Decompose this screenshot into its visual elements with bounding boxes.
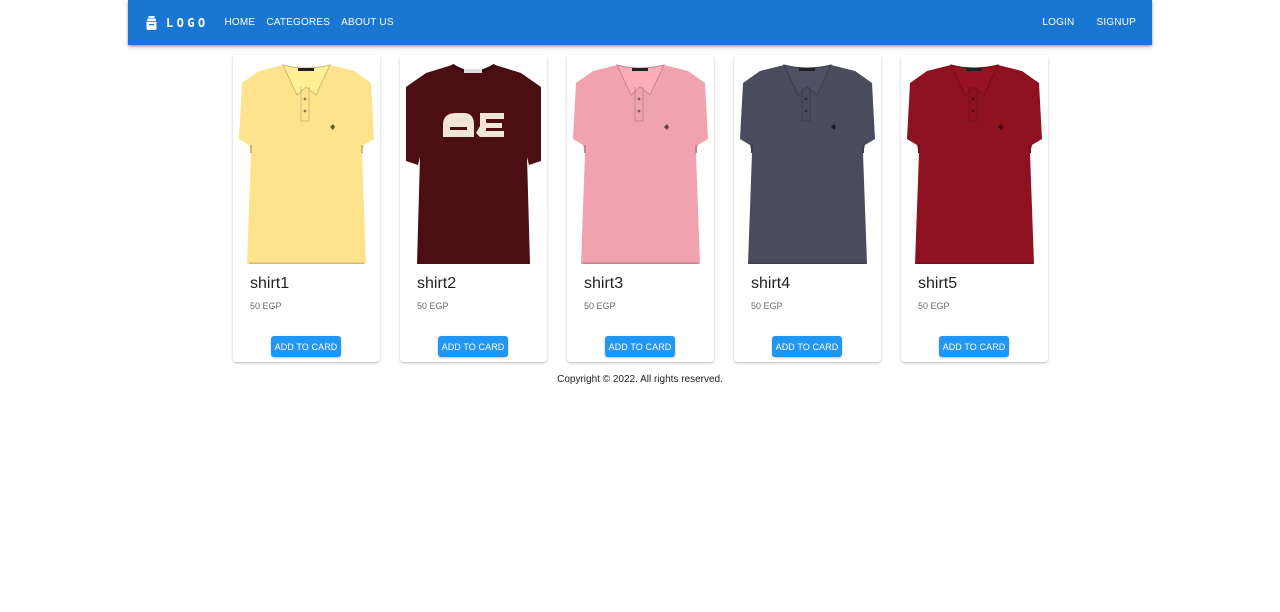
signup-link[interactable]: SIGNUP: [1096, 17, 1136, 28]
product-name: shirt3: [584, 275, 624, 292]
neck-label: [799, 68, 815, 71]
logo-icon: [146, 15, 157, 30]
button-1: [804, 97, 808, 101]
footer-copyright: Copyright © 2022. All rights reserved.: [557, 374, 723, 385]
print-letter-a-bar: [450, 127, 467, 130]
nav-links: HOME CATEGORES ABOUT US: [225, 17, 405, 28]
nav-link-home[interactable]: HOME: [225, 17, 256, 28]
product-price: 50 EGP: [918, 301, 950, 311]
button-2: [971, 109, 975, 113]
product-image[interactable]: [907, 61, 1042, 264]
product-price: 50 EGP: [751, 301, 783, 311]
product-card: shirt1 50 EGP ADD TO CARD: [233, 55, 380, 362]
nav-link-categories[interactable]: CATEGORES: [266, 17, 330, 28]
product-grid: shirt1 50 EGP ADD TO CARD shirt2 50 EGP …: [233, 55, 1048, 362]
button-1: [303, 97, 307, 101]
top-navbar: LOGO HOME CATEGORES ABOUT US LOGIN SIGNU…: [128, 0, 1152, 45]
neck-label: [632, 68, 648, 71]
button-2: [637, 109, 641, 113]
button-2: [804, 109, 808, 113]
button-1: [971, 97, 975, 101]
product-image[interactable]: [239, 61, 374, 264]
product-card: shirt3 50 EGP ADD TO CARD: [567, 55, 714, 362]
add-to-card-button[interactable]: ADD TO CARD: [772, 336, 842, 357]
neck-label: [966, 68, 982, 71]
login-link[interactable]: LOGIN: [1042, 17, 1074, 28]
add-to-card-button[interactable]: ADD TO CARD: [605, 336, 675, 357]
product-name: shirt4: [751, 275, 791, 292]
product-name: shirt2: [417, 275, 457, 292]
add-to-card-button[interactable]: ADD TO CARD: [271, 336, 341, 357]
product-card: shirt4 50 EGP ADD TO CARD: [734, 55, 881, 362]
product-price: 50 EGP: [250, 301, 282, 311]
brand-text: LOGO: [166, 15, 209, 30]
add-to-card-button[interactable]: ADD TO CARD: [438, 336, 508, 357]
product-price: 50 EGP: [584, 301, 616, 311]
product-card: shirt2 50 EGP ADD TO CARD: [400, 55, 547, 362]
button-2: [303, 109, 307, 113]
auth-links: LOGIN SIGNUP: [1020, 17, 1136, 28]
product-image[interactable]: [740, 61, 875, 264]
print-letter-a: [443, 113, 474, 137]
product-card: shirt5 50 EGP ADD TO CARD: [901, 55, 1048, 362]
product-name: shirt1: [250, 275, 290, 292]
shirt-body: [406, 65, 541, 264]
shirt-body: [740, 65, 875, 264]
button-1: [637, 97, 641, 101]
brand-logo[interactable]: LOGO: [146, 15, 209, 30]
product-image[interactable]: [406, 61, 541, 264]
add-to-card-button[interactable]: ADD TO CARD: [939, 336, 1009, 357]
shirt-body: [573, 65, 708, 264]
shirt-body: [239, 65, 374, 264]
nav-link-about-us[interactable]: ABOUT US: [341, 17, 394, 28]
product-name: shirt5: [918, 275, 958, 292]
shirt-body: [907, 65, 1042, 264]
neck-label: [298, 68, 314, 71]
product-price: 50 EGP: [417, 301, 449, 311]
product-image[interactable]: [573, 61, 708, 264]
neck-label: [464, 69, 482, 73]
